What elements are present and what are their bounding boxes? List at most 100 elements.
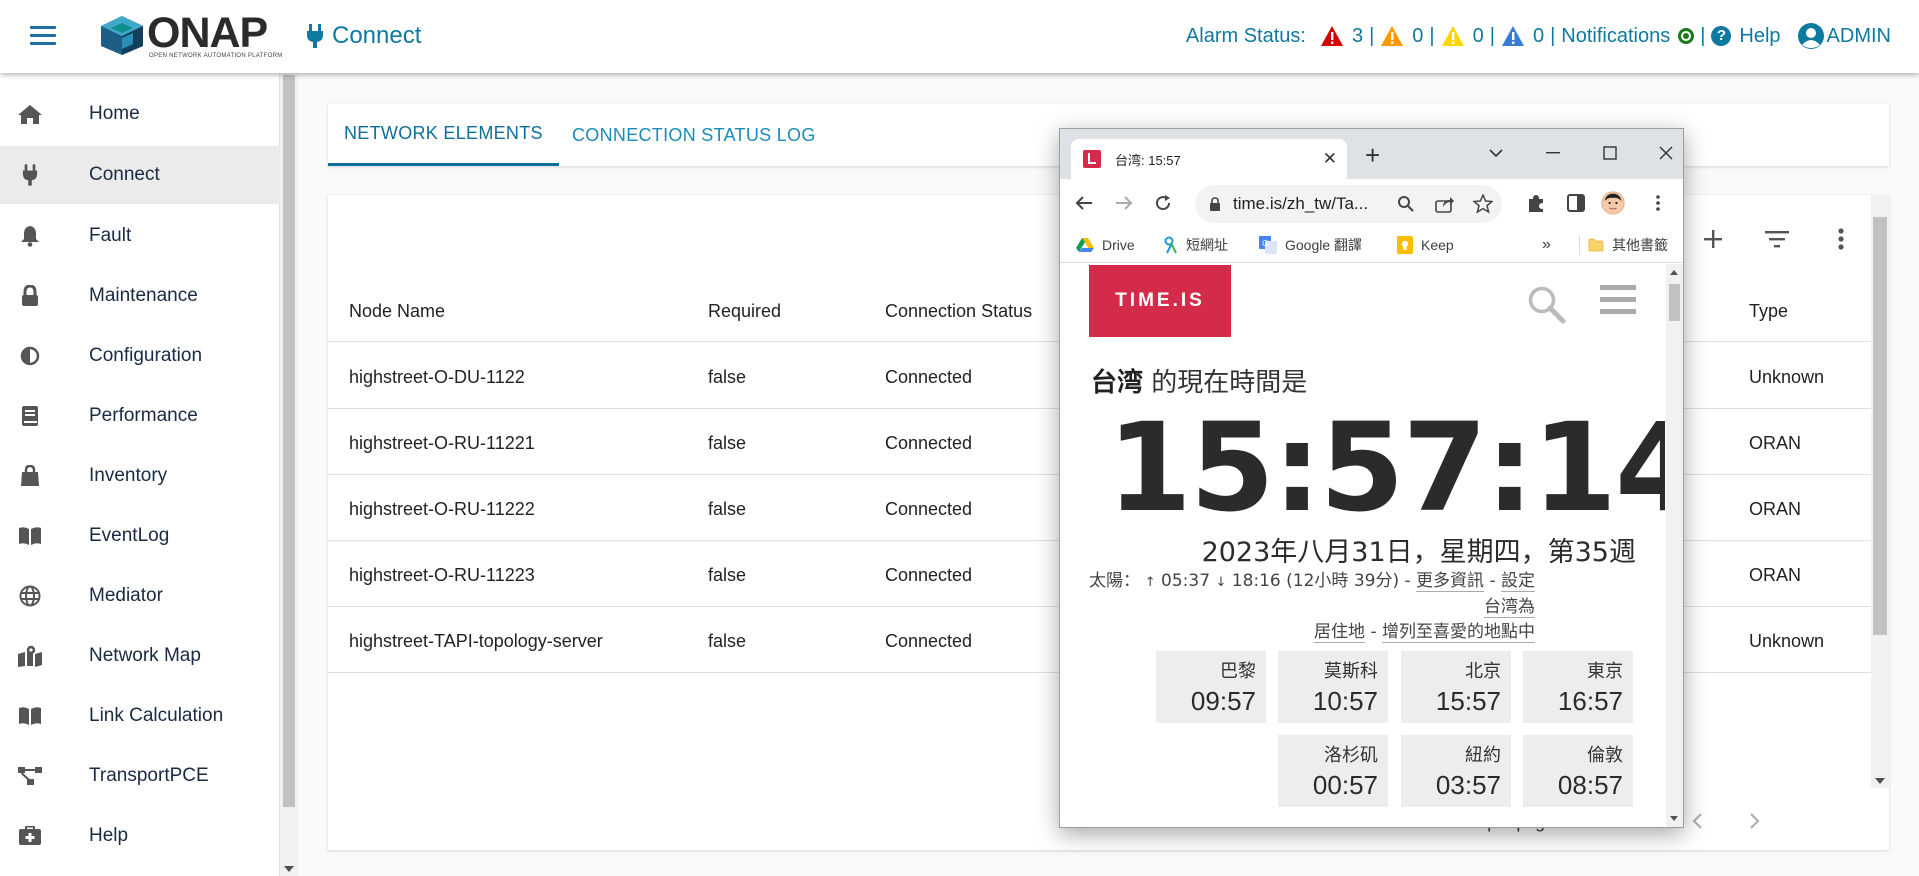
- share-icon[interactable]: [1435, 195, 1455, 218]
- more-info-link[interactable]: 更多資訊: [1416, 571, 1485, 592]
- browser-menu-icon[interactable]: [1646, 191, 1670, 215]
- onap-logo[interactable]: ONAP OPEN NETWORK AUTOMATION PLATFORM: [99, 10, 289, 59]
- city-clock-paris[interactable]: 巴黎 09:57: [1156, 651, 1266, 723]
- sidebar-scrollbar[interactable]: [280, 73, 298, 876]
- page-scroll-thumb[interactable]: [1669, 284, 1680, 321]
- city-name: 莫斯科: [1324, 661, 1378, 682]
- scroll-up-arrow-icon[interactable]: [1670, 270, 1678, 275]
- sidebar-item-maintenance[interactable]: Maintenance: [0, 267, 280, 325]
- menu-icon[interactable]: [30, 26, 56, 46]
- other-bookmarks-folder[interactable]: 其他書籤: [1579, 235, 1668, 255]
- alarm-major[interactable]: 0: [1380, 25, 1423, 48]
- hamburger-menu-icon[interactable]: [1600, 284, 1636, 321]
- city-clock-moscow[interactable]: 莫斯科 10:57: [1278, 651, 1388, 723]
- sidebar-item-label: Network Map: [89, 645, 201, 666]
- type-cell: Unknown: [1749, 367, 1825, 387]
- google-keep-icon: [1397, 236, 1413, 254]
- add-favorite-link[interactable]: 增列至喜愛的地點中: [1382, 622, 1535, 643]
- scroll-down-arrow-icon[interactable]: [284, 866, 294, 872]
- bookmark-star-icon[interactable]: [1472, 193, 1494, 219]
- next-page-icon[interactable]: [1749, 812, 1761, 835]
- city-name: 洛杉矶: [1324, 745, 1378, 766]
- sidebar-item-configuration[interactable]: Configuration: [0, 327, 280, 385]
- timeis-logo[interactable]: TIME.IS: [1089, 265, 1231, 337]
- table-scrollbar[interactable]: [1871, 195, 1889, 788]
- plug-icon: [307, 24, 323, 48]
- required-cell: false: [708, 565, 747, 585]
- help-button[interactable]: ? Help: [1711, 25, 1781, 48]
- filter-list-icon[interactable]: [1763, 225, 1791, 253]
- sidebar-item-connect[interactable]: Connect: [0, 146, 280, 204]
- column-header-node-name[interactable]: Node Name: [349, 301, 445, 322]
- city-clock-tokyo[interactable]: 東京 16:57: [1523, 651, 1633, 723]
- tab-search-chevron-icon[interactable]: [1484, 141, 1508, 165]
- status-bar: Alarm Status: 3 | 0 | 0 | 0 | Notificati…: [1186, 20, 1891, 52]
- scroll-down-arrow-icon[interactable]: [1875, 778, 1885, 784]
- sidebar-scroll-thumb[interactable]: [283, 75, 295, 807]
- sidebar-item-fault[interactable]: Fault: [0, 207, 280, 265]
- new-tab-icon[interactable]: +: [1365, 142, 1380, 168]
- extensions-puzzle-icon[interactable]: [1524, 191, 1548, 215]
- bookmark-drive[interactable]: Drive: [1076, 235, 1135, 255]
- back-icon[interactable]: [1072, 191, 1096, 215]
- previous-page-icon[interactable]: [1691, 812, 1703, 835]
- user-circle-icon: [1797, 23, 1824, 49]
- type-cell: ORAN: [1749, 499, 1802, 519]
- more-vert-icon[interactable]: [1827, 225, 1855, 253]
- city-clock-new-york[interactable]: 紐約 03:57: [1401, 735, 1511, 807]
- search-icon[interactable]: [1526, 284, 1566, 329]
- sidebar-item-eventlog[interactable]: EventLog: [0, 507, 280, 565]
- city-clock-los-angeles[interactable]: 洛杉矶 00:57: [1278, 735, 1388, 807]
- sidebar-item-home[interactable]: Home: [0, 85, 280, 143]
- city-clock-london[interactable]: 倫敦 08:57: [1523, 735, 1633, 807]
- set-home-link-cont[interactable]: 居住地: [1314, 622, 1366, 643]
- sidebar-item-transportpce[interactable]: TransportPCE: [0, 747, 280, 805]
- add-icon[interactable]: [1699, 225, 1727, 253]
- scroll-down-arrow-icon[interactable]: [1670, 816, 1678, 821]
- sidebar-item-performance[interactable]: Performance: [0, 387, 280, 445]
- bookmark-google-translate[interactable]: G Google 翻譯: [1259, 235, 1362, 255]
- more-bookmarks-button[interactable]: »: [1542, 235, 1551, 255]
- alarm-critical[interactable]: 3: [1320, 25, 1363, 48]
- close-tab-icon[interactable]: ✕: [1323, 150, 1337, 167]
- table-scroll-thumb[interactable]: [1873, 217, 1887, 635]
- help-circle-icon: ?: [1711, 26, 1732, 46]
- separator: |: [1700, 24, 1706, 47]
- tab-connection-status-log[interactable]: CONNECTION STATUS LOG: [556, 104, 832, 166]
- close-window-icon[interactable]: [1654, 141, 1678, 165]
- user-menu-button[interactable]: ADMIN: [1797, 22, 1891, 50]
- open-book-icon: [16, 522, 44, 550]
- type-cell: ORAN: [1749, 433, 1802, 453]
- profile-avatar[interactable]: [1601, 191, 1625, 215]
- alarm-minor[interactable]: 0: [1441, 25, 1484, 48]
- city-name: 北京: [1465, 661, 1501, 682]
- sidebar-item-help[interactable]: Help: [0, 807, 280, 865]
- sidebar-item-mediator[interactable]: Mediator: [0, 567, 280, 625]
- browser-tab[interactable]: 台湾: 15:57 ✕: [1071, 139, 1347, 179]
- column-header-connection-status[interactable]: Connection Status: [885, 301, 1032, 322]
- maximize-icon[interactable]: [1598, 141, 1622, 165]
- connection-status-cell: Connected: [885, 367, 973, 387]
- side-panel-icon[interactable]: [1564, 191, 1588, 215]
- column-header-type[interactable]: Type: [1749, 301, 1788, 322]
- page-scrollbar[interactable]: [1666, 264, 1683, 827]
- tab-network-elements[interactable]: NETWORK ELEMENTS: [328, 104, 559, 166]
- sidebar-item-label: TransportPCE: [89, 765, 209, 786]
- minimize-icon[interactable]: [1541, 141, 1565, 165]
- sidebar-item-inventory[interactable]: Inventory: [0, 447, 280, 505]
- lock-icon[interactable]: [1209, 197, 1221, 216]
- bookmark-short-url[interactable]: 短網址: [1164, 235, 1228, 255]
- search-icon[interactable]: [1397, 195, 1415, 218]
- column-header-required[interactable]: Required: [708, 301, 781, 322]
- sidebar-item-link-calculation[interactable]: Link Calculation: [0, 687, 280, 745]
- warning-alarm-icon: [1501, 26, 1524, 46]
- city-name: 紐約: [1465, 745, 1501, 766]
- address-bar[interactable]: time.is/zh_tw/Ta...: [1195, 185, 1502, 223]
- reload-icon[interactable]: [1151, 191, 1175, 215]
- alarm-warning[interactable]: 0: [1501, 25, 1544, 48]
- bookmark-keep[interactable]: Keep: [1397, 235, 1454, 255]
- sidebar-item-network-map[interactable]: Network Map: [0, 627, 280, 685]
- forward-icon[interactable]: [1112, 191, 1136, 215]
- notifications-button[interactable]: Notifications: [1561, 25, 1695, 48]
- city-clock-beijing[interactable]: 北京 15:57: [1401, 651, 1511, 723]
